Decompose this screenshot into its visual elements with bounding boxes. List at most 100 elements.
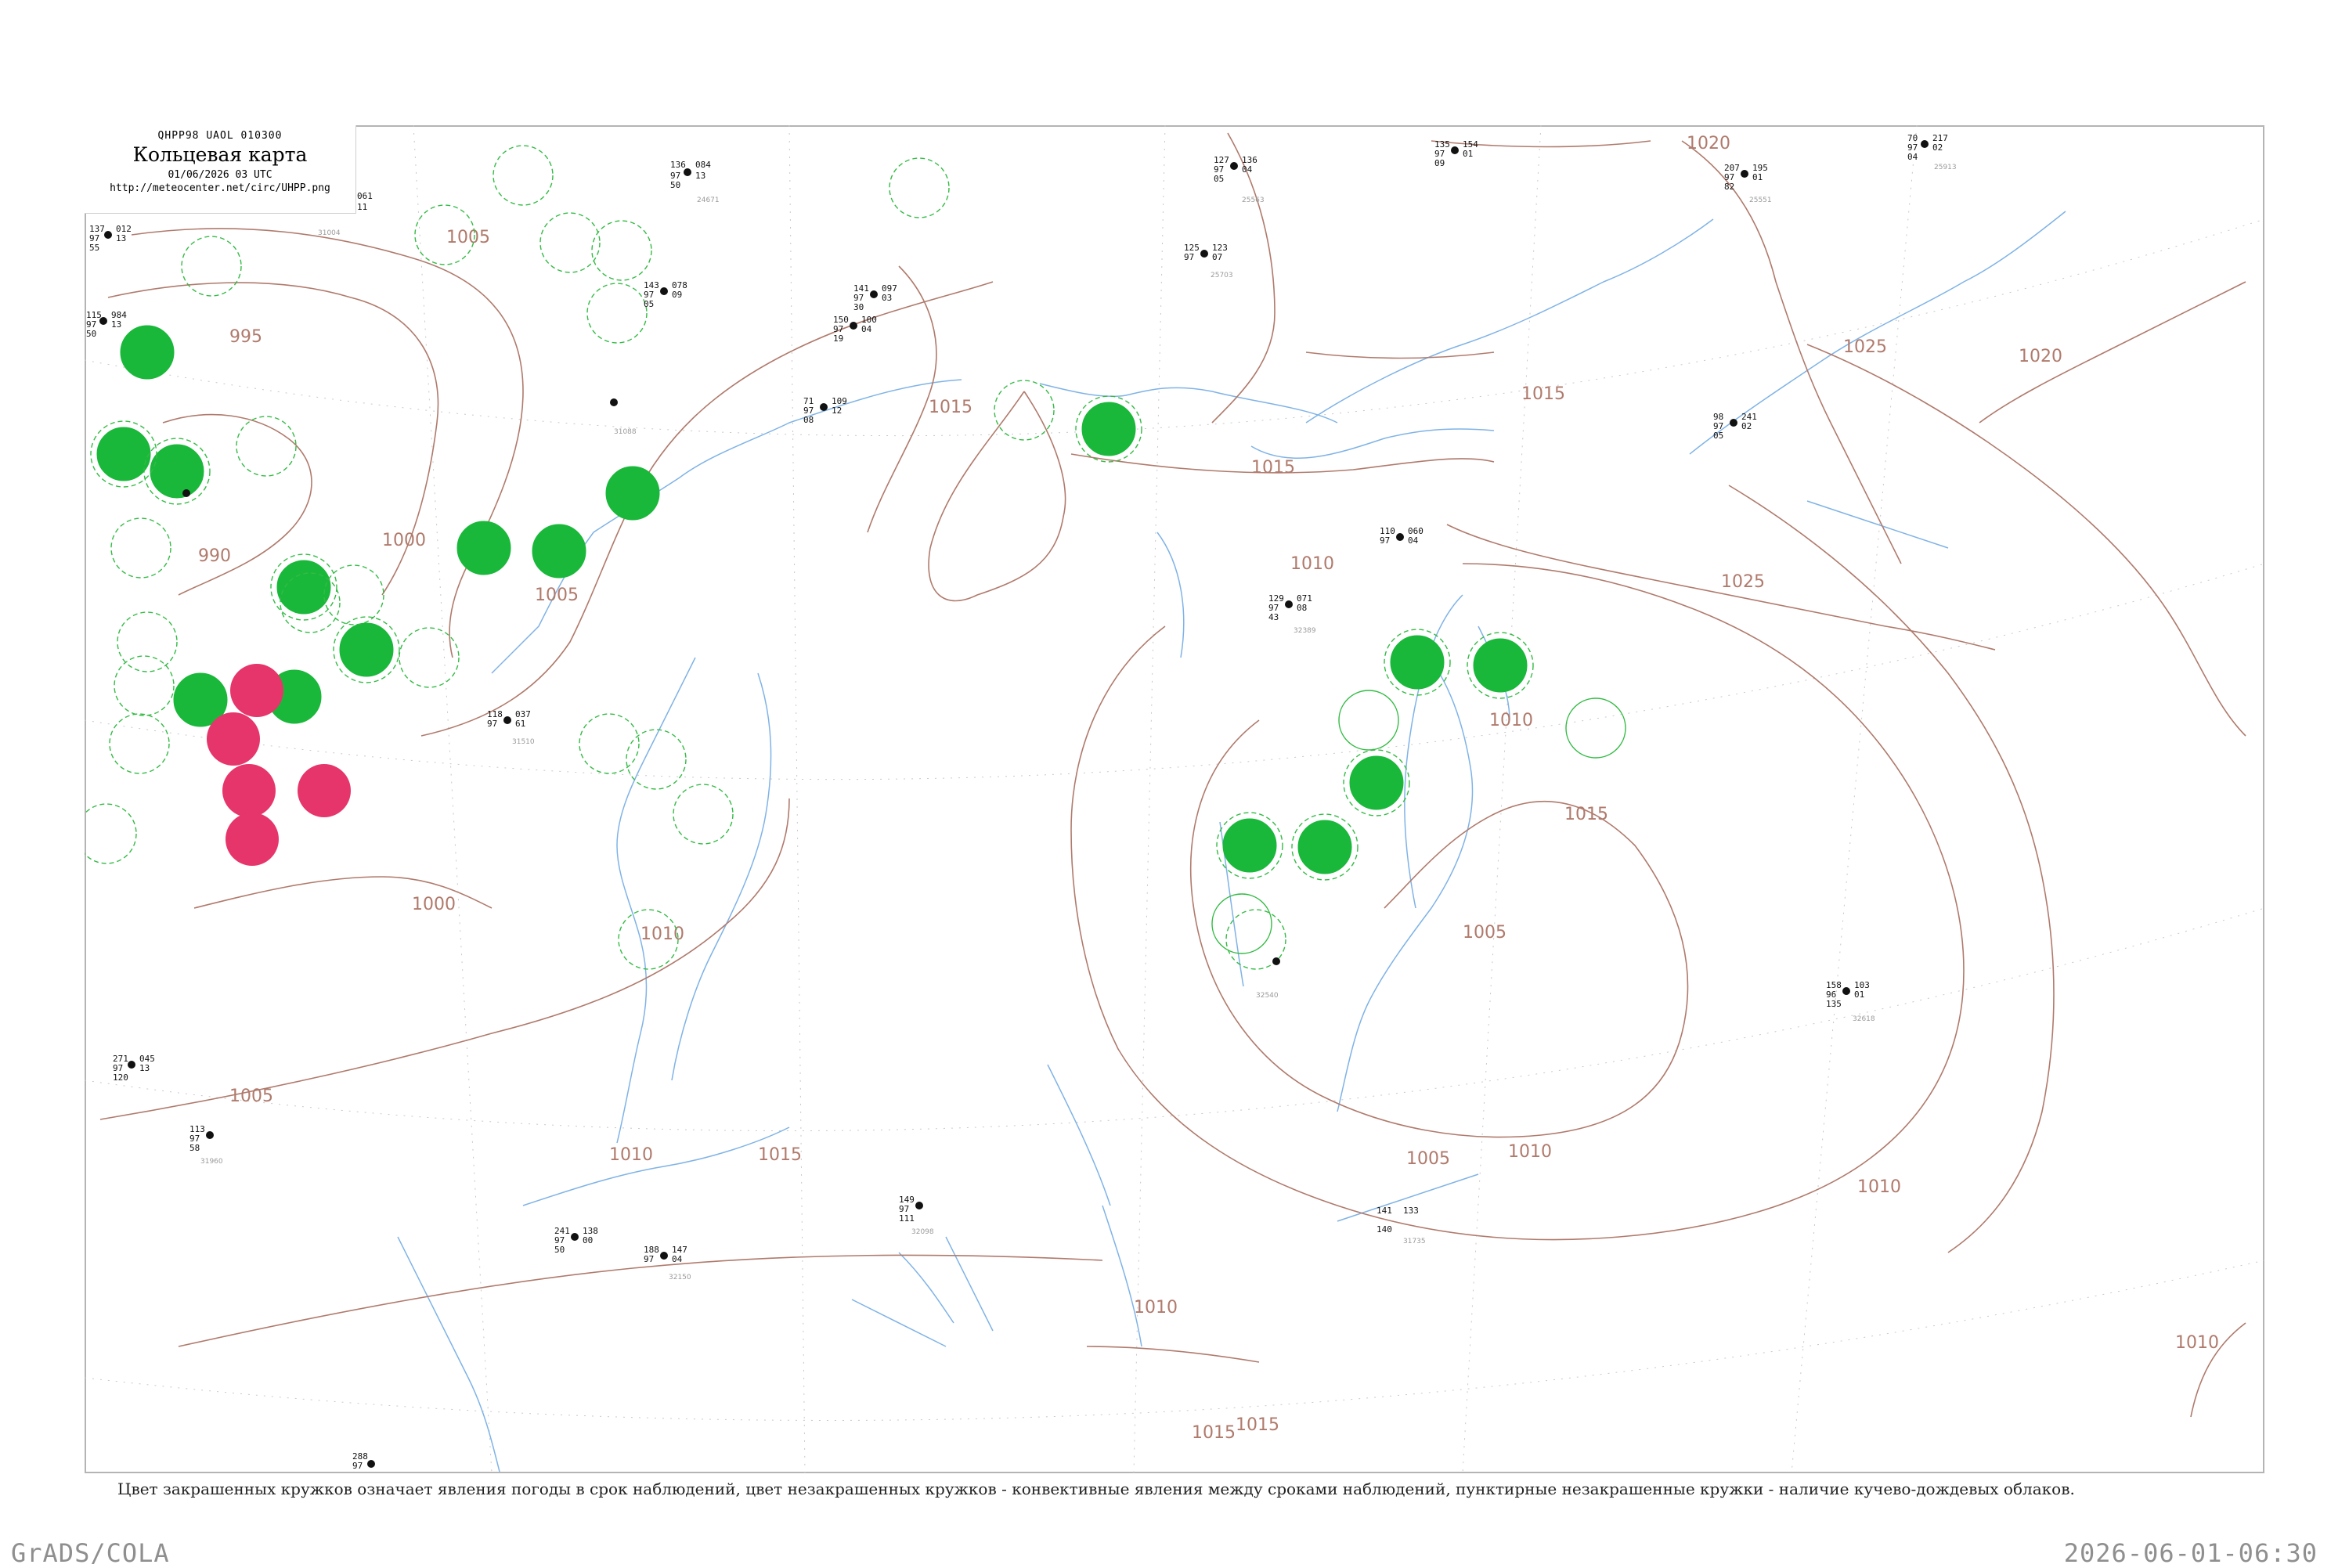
station-plot: 137 01297 1355 — [89, 224, 132, 253]
svg-text:04: 04 — [672, 1254, 683, 1264]
dashed-ring — [579, 713, 640, 774]
station-plot: 141 09797 0330 — [853, 283, 897, 312]
svg-text:31960: 31960 — [200, 1158, 223, 1166]
isobar-label: 1010 — [1489, 711, 1533, 730]
filled-circle-green — [150, 444, 204, 499]
svg-text:43: 43 — [1268, 612, 1279, 622]
svg-text:12: 12 — [832, 406, 842, 416]
svg-text:03: 03 — [882, 293, 892, 303]
isobar-label: 1015 — [1192, 1423, 1236, 1443]
dashed-ring — [323, 564, 384, 625]
isobar-label: 990 — [198, 546, 231, 566]
filled-circle-red — [298, 764, 351, 817]
station-plot: 136 08497 1350 24671 — [670, 160, 720, 204]
svg-text:97: 97 — [644, 1254, 654, 1264]
svg-text:08: 08 — [1297, 603, 1307, 613]
isobar-label: 1025 — [1721, 572, 1765, 592]
dashed-ring — [109, 713, 170, 774]
svg-text:141: 141 — [1377, 1206, 1392, 1216]
dashed-ring — [626, 729, 687, 790]
svg-text:01: 01 — [1752, 172, 1763, 182]
isobar-label: 1020 — [1687, 134, 1730, 153]
isobar-label: 1015 — [758, 1145, 802, 1165]
svg-text:13: 13 — [695, 171, 705, 181]
svg-text:30: 30 — [853, 302, 864, 312]
isobar-label: 1010 — [1290, 554, 1334, 574]
svg-text:97: 97 — [1184, 252, 1194, 262]
svg-text:97: 97 — [1380, 535, 1390, 546]
isobar-label: 1005 — [229, 1087, 273, 1106]
station-plot: 158 10396 01135 32618 — [1826, 980, 1875, 1023]
filled-circle-green — [1473, 638, 1528, 693]
svg-text:04: 04 — [1408, 535, 1419, 546]
station-plot: 1139758 31960 — [189, 1124, 223, 1166]
svg-text:140: 140 — [1377, 1224, 1392, 1235]
filled-circle-green — [1222, 818, 1277, 873]
isobar-label: 1010 — [2175, 1333, 2219, 1353]
svg-text:32150: 32150 — [669, 1274, 691, 1281]
open-ring — [1211, 893, 1272, 954]
map-title: Кольцевая карта — [132, 143, 308, 166]
station-plot: 110 06097 04 — [1380, 526, 1423, 546]
svg-text:13: 13 — [139, 1063, 150, 1073]
isobar-labels: 995 1000 1005 1010 1015 1020 1025 990 10… — [198, 134, 2219, 1443]
filled-circle-green — [532, 524, 586, 579]
isobar-label: 1010 — [1134, 1298, 1178, 1317]
dashed-ring — [110, 517, 171, 579]
svg-text:04: 04 — [861, 324, 872, 334]
svg-text:31735: 31735 — [1403, 1238, 1426, 1245]
isobar-label: 1015 — [1236, 1415, 1279, 1435]
bulletin-code: QHPP98 UAOL 010300 — [157, 130, 283, 142]
station-plot: 129 07197 0843 32389 — [1268, 593, 1316, 635]
isobar-label: 1015 — [1521, 384, 1565, 404]
station-plot: 31088 — [610, 398, 637, 436]
isobar-label: 1005 — [1463, 923, 1506, 943]
svg-text:24671: 24671 — [697, 196, 720, 204]
map-canvas: 995 1000 1005 1010 1015 1020 1025 990 10… — [85, 125, 2264, 1473]
svg-text:04: 04 — [1242, 164, 1253, 175]
station-plot: 118 03797 61 31510 — [487, 709, 535, 746]
station-plot: 28897 — [352, 1451, 375, 1471]
svg-text:084: 084 — [695, 160, 711, 170]
svg-text:13: 13 — [111, 319, 121, 330]
dashed-ring — [117, 611, 178, 672]
svg-text:32540: 32540 — [1256, 992, 1279, 1000]
svg-text:00: 00 — [583, 1235, 593, 1245]
isobar-label: 1000 — [382, 531, 426, 550]
svg-text:61: 61 — [515, 719, 525, 729]
svg-text:02: 02 — [1932, 142, 1943, 153]
source-url[interactable]: http://meteocenter.net/circ/UHPP.png — [85, 182, 355, 194]
software-credit: GrADS/COLA — [11, 1538, 170, 1568]
filled-circle-green — [339, 622, 394, 677]
filled-circle-green — [1349, 755, 1404, 810]
svg-text:25913: 25913 — [1934, 164, 1957, 171]
station-plot: 14997111 32098 — [899, 1195, 934, 1236]
render-timestamp: 2026-06-01-06:30 — [2063, 1538, 2318, 1568]
svg-text:25703: 25703 — [1211, 272, 1233, 279]
filled-circle-red — [230, 664, 283, 717]
isobar-label: 1010 — [1508, 1142, 1552, 1162]
dashed-ring — [85, 803, 137, 864]
svg-text:120: 120 — [113, 1072, 128, 1083]
filled-circle-green — [1297, 820, 1352, 874]
svg-text:05: 05 — [1214, 174, 1224, 184]
svg-text:04: 04 — [1907, 152, 1918, 162]
isobar-label: 1015 — [929, 398, 972, 417]
svg-text:82: 82 — [1724, 182, 1734, 192]
isobar-label: 995 — [229, 327, 262, 347]
legend-caption: Цвет закрашенных кружков означает явлени… — [117, 1480, 2075, 1498]
svg-text:55: 55 — [89, 243, 99, 253]
dashed-ring — [493, 145, 554, 206]
filled-circle-green — [120, 325, 175, 380]
isobar-label: 1005 — [1406, 1149, 1450, 1169]
svg-text:01: 01 — [1463, 149, 1473, 159]
filled-circles-red — [207, 664, 351, 866]
station-plot: 271 04597 13120 — [113, 1054, 155, 1083]
svg-text:50: 50 — [86, 329, 96, 339]
isobar-label: 1025 — [1843, 337, 1887, 357]
graticule — [85, 125, 2264, 1473]
map-datetime: 01/06/2026 03 UTC — [168, 169, 272, 181]
open-rings — [85, 145, 1626, 970]
station-plot: 143 07897 0905 — [644, 280, 687, 309]
isobar-label: 1015 — [1251, 458, 1295, 478]
